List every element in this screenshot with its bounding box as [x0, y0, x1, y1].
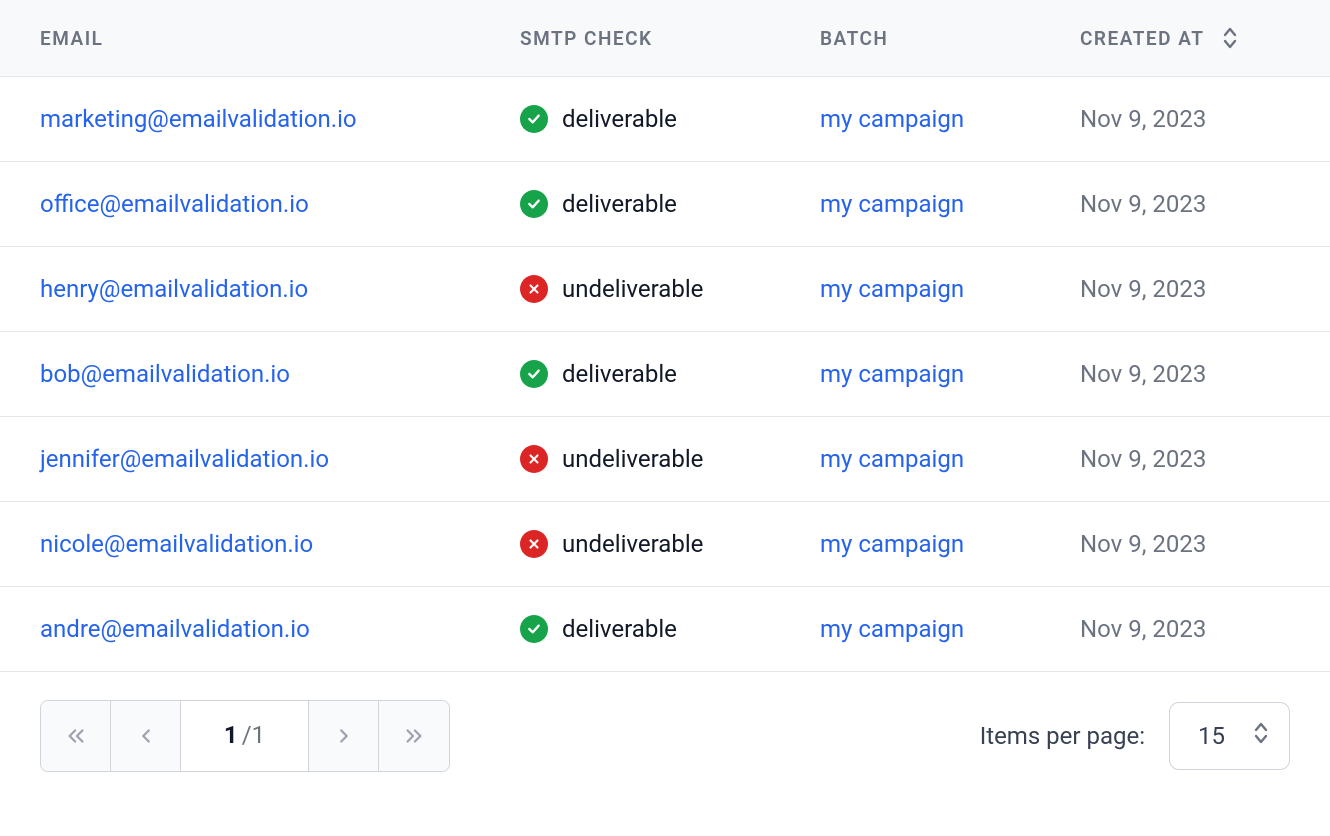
email-link[interactable]: office@emailvalidation.io — [40, 190, 309, 218]
chevron-updown-icon — [1253, 721, 1269, 751]
items-per-page-label: Items per page: — [980, 722, 1145, 750]
smtp-status-label: deliverable — [562, 105, 677, 133]
table-row: jennifer@emailvalidation.io undeliverable… — [0, 417, 1330, 502]
x-circle-icon — [520, 445, 548, 473]
check-circle-icon — [520, 615, 548, 643]
table-row: nicole@emailvalidation.io undeliverable my… — [0, 502, 1330, 587]
smtp-status-label: undeliverable — [562, 530, 703, 558]
created-at-cell: Nov 9, 2023 — [1040, 77, 1330, 162]
table-header-row: EMAIL SMTP CHECK BATCH CREATED AT — [0, 0, 1330, 77]
table-row: henry@emailvalidation.io undeliverable my … — [0, 247, 1330, 332]
created-at-cell: Nov 9, 2023 — [1040, 417, 1330, 502]
batch-link[interactable]: my campaign — [820, 105, 964, 133]
column-header-created-label: CREATED AT — [1080, 27, 1204, 50]
smtp-status-label: deliverable — [562, 360, 677, 388]
check-circle-icon — [520, 190, 548, 218]
items-per-page: Items per page: 15 — [980, 702, 1290, 770]
email-link[interactable]: bob@emailvalidation.io — [40, 360, 290, 388]
batch-link[interactable]: my campaign — [820, 445, 964, 473]
items-per-page-value: 15 — [1198, 722, 1225, 750]
table-row: marketing@emailvalidation.io deliverable m… — [0, 77, 1330, 162]
created-at-cell: Nov 9, 2023 — [1040, 162, 1330, 247]
x-circle-icon — [520, 275, 548, 303]
prev-page-button[interactable] — [111, 701, 181, 771]
email-link[interactable]: henry@emailvalidation.io — [40, 275, 308, 303]
first-page-button[interactable] — [41, 701, 111, 771]
total-pages: /1 — [242, 721, 265, 749]
batch-link[interactable]: my campaign — [820, 190, 964, 218]
table-row: office@emailvalidation.io deliverable my c… — [0, 162, 1330, 247]
batch-link[interactable]: my campaign — [820, 530, 964, 558]
batch-link[interactable]: my campaign — [820, 615, 964, 643]
smtp-status-label: undeliverable — [562, 275, 703, 303]
page-indicator: 1 /1 — [181, 701, 309, 771]
validation-table: EMAIL SMTP CHECK BATCH CREATED AT market… — [0, 0, 1330, 672]
smtp-status-label: undeliverable — [562, 445, 703, 473]
last-page-button[interactable] — [379, 701, 449, 771]
created-at-cell: Nov 9, 2023 — [1040, 587, 1330, 672]
column-header-smtp[interactable]: SMTP CHECK — [480, 0, 780, 77]
items-per-page-select[interactable]: 15 — [1169, 702, 1290, 770]
current-page: 1 — [224, 721, 238, 749]
table-footer: 1 /1 Items per page: 15 — [0, 672, 1330, 800]
email-link[interactable]: marketing@emailvalidation.io — [40, 105, 357, 133]
created-at-cell: Nov 9, 2023 — [1040, 502, 1330, 587]
created-at-cell: Nov 9, 2023 — [1040, 247, 1330, 332]
pagination: 1 /1 — [40, 700, 450, 772]
table-row: bob@emailvalidation.io deliverable my camp… — [0, 332, 1330, 417]
email-link[interactable]: nicole@emailvalidation.io — [40, 530, 313, 558]
table-row: andre@emailvalidation.io deliverable my ca… — [0, 587, 1330, 672]
batch-link[interactable]: my campaign — [820, 360, 964, 388]
email-link[interactable]: jennifer@emailvalidation.io — [40, 445, 329, 473]
created-at-cell: Nov 9, 2023 — [1040, 332, 1330, 417]
column-header-created[interactable]: CREATED AT — [1040, 0, 1330, 77]
smtp-status-label: deliverable — [562, 615, 677, 643]
column-header-batch[interactable]: BATCH — [780, 0, 1040, 77]
batch-link[interactable]: my campaign — [820, 275, 964, 303]
x-circle-icon — [520, 530, 548, 558]
column-header-email[interactable]: EMAIL — [0, 0, 480, 77]
sort-icon[interactable] — [1222, 26, 1238, 50]
check-circle-icon — [520, 360, 548, 388]
email-link[interactable]: andre@emailvalidation.io — [40, 615, 310, 643]
check-circle-icon — [520, 105, 548, 133]
next-page-button[interactable] — [309, 701, 379, 771]
smtp-status-label: deliverable — [562, 190, 677, 218]
